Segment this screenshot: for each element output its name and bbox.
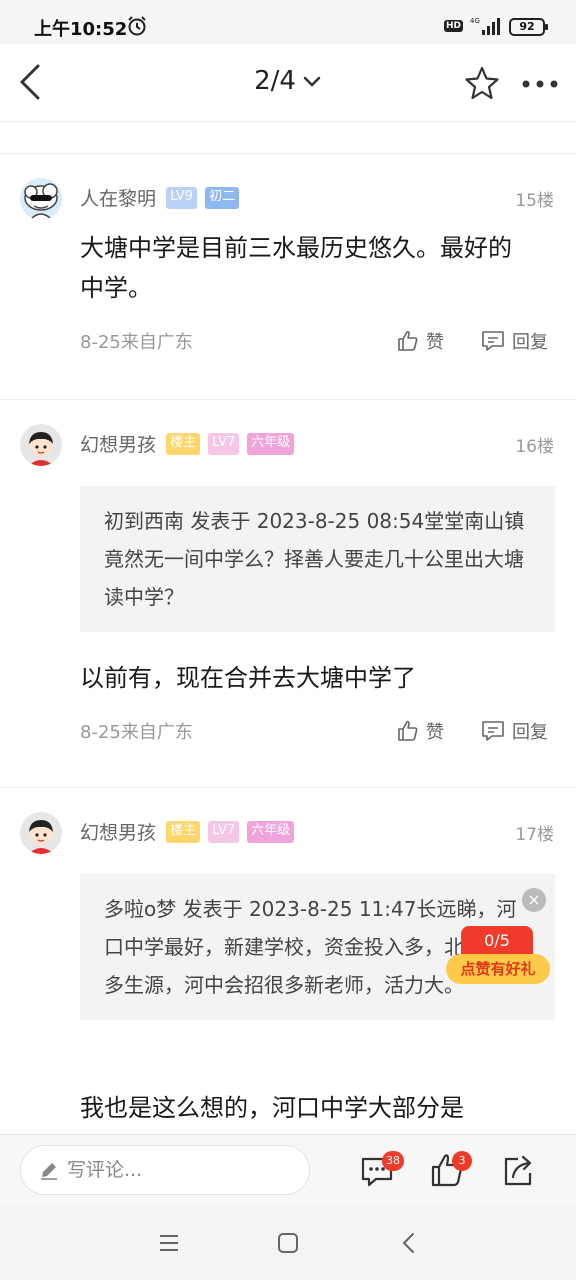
avatar-image — [20, 812, 62, 854]
reply-icon — [482, 331, 504, 351]
comment-bar: 写评论... 38 3 — [0, 1134, 576, 1204]
like-label: 赞 — [426, 332, 444, 353]
network-label: 4G — [470, 17, 480, 25]
floor-number: 17楼 — [515, 825, 554, 845]
star-icon[interactable] — [462, 64, 502, 104]
quote-box[interactable]: 初到西南 发表于 2023-8-25 08:54堂堂南山镇竟然无一间中学么？择善… — [80, 486, 555, 632]
avatar-image — [20, 424, 62, 466]
menu-icon[interactable] — [154, 1228, 184, 1258]
chevron-down-icon — [303, 76, 321, 87]
like-button[interactable]: 赞 — [396, 718, 444, 745]
like-count-badge: 3 — [452, 1151, 472, 1171]
level-badge: LV9 — [166, 186, 198, 209]
grade-badge: 六年级 — [247, 820, 295, 843]
username[interactable]: 幻想男孩 — [80, 434, 156, 456]
username-row: 幻想男孩 楼主 LV7 六年级 — [80, 430, 295, 457]
reply-label: 回复 — [512, 332, 548, 353]
share-icon[interactable] — [498, 1151, 538, 1191]
comment-count-badge: 38 — [382, 1151, 404, 1171]
like-button[interactable]: 赞 — [396, 328, 444, 355]
avatar[interactable] — [20, 812, 62, 854]
home-icon[interactable] — [273, 1228, 303, 1258]
page-number: 2/4 — [254, 66, 296, 96]
level-badge: LV7 — [208, 820, 240, 843]
username-row: 幻想男孩 楼主 LV7 六年级 — [80, 818, 295, 845]
avatar-image — [20, 178, 62, 220]
post-meta: 8-25来自广东 — [80, 332, 193, 353]
reply-label: 回复 — [512, 722, 548, 743]
reply-icon — [482, 721, 504, 741]
avatar[interactable] — [20, 178, 62, 220]
pen-icon — [41, 1163, 57, 1180]
back-nav-icon[interactable] — [394, 1228, 424, 1258]
divider — [0, 122, 576, 154]
alarm-icon — [128, 16, 146, 36]
nav-bar: 2/4 — [0, 44, 576, 122]
post-content: 以前有，现在合并去大塘中学了 — [80, 664, 416, 692]
comment-input[interactable]: 写评论... — [20, 1145, 310, 1195]
username[interactable]: 幻想男孩 — [80, 822, 156, 844]
like-label: 赞 — [426, 722, 444, 743]
username-row: 人在黎明 LV9 初二 — [80, 184, 240, 211]
username[interactable]: 人在黎明 — [80, 188, 156, 210]
thumb-up-icon — [398, 720, 418, 741]
system-nav-bar — [0, 1204, 576, 1280]
grade-badge: 初二 — [205, 186, 240, 209]
status-bar: 上午10:52 HD 4G 92 — [0, 0, 576, 44]
signal-icon: 4G — [470, 17, 500, 35]
op-badge: 楼主 — [166, 432, 201, 455]
hd-badge: HD — [444, 20, 464, 32]
close-icon[interactable]: × — [522, 888, 546, 912]
post-floor-16: 幻想男孩 楼主 LV7 六年级 16楼 初到西南 发表于 2023-8-25 0… — [0, 400, 576, 788]
more-icon[interactable] — [518, 64, 562, 104]
battery-indicator: 92 — [509, 18, 548, 36]
reply-button[interactable]: 回复 — [480, 328, 548, 355]
avatar[interactable] — [20, 424, 62, 466]
reply-button[interactable]: 回复 — [480, 718, 548, 745]
reward-counter: 0/5 — [461, 926, 533, 956]
like-reward-widget[interactable]: × 0/5 点赞有好礼 — [444, 888, 564, 988]
status-time: 上午10:52 — [34, 19, 128, 40]
thumb-up-icon — [398, 330, 418, 351]
post-content: 大塘中学是目前三水最历史悠久。最好的中学。 — [80, 234, 512, 302]
post-content: 我也是这么想的，河口中学大部分是 — [80, 1094, 464, 1122]
level-badge: LV7 — [208, 432, 240, 455]
post-meta: 8-25来自广东 — [80, 722, 193, 743]
floor-number: 16楼 — [515, 437, 554, 457]
floor-number: 15楼 — [515, 191, 554, 211]
reward-label[interactable]: 点赞有好礼 — [446, 954, 550, 984]
grade-badge: 六年级 — [247, 432, 295, 455]
post-floor-15: 人在黎明 LV9 初二 15楼 大塘中学是目前三水最历史悠久。最好的中学。 8-… — [0, 154, 576, 400]
op-badge: 楼主 — [166, 820, 201, 843]
